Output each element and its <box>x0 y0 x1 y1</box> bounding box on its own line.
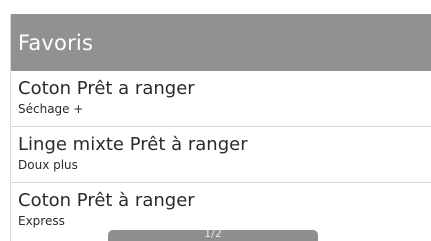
list-item-subtitle: Séchage + <box>18 102 84 116</box>
list-item-title: Linge mixte Prêt à ranger <box>18 134 248 155</box>
list-item-subtitle: Express <box>18 214 65 228</box>
list-item-subtitle: Doux plus <box>18 158 78 172</box>
list-item-title: Coton Prêt à ranger <box>18 190 195 211</box>
list-item-linge-mixte-pret-a-ranger[interactable]: Linge mixte Prêt à ranger Doux plus <box>11 127 431 183</box>
list-item-coton-pret-a-ranger-sechage[interactable]: Coton Prêt a ranger Séchage + <box>11 71 431 127</box>
page-indicator: 1/2 <box>108 230 318 241</box>
page-title: Favoris <box>18 30 94 55</box>
favorites-panel: Favoris Coton Prêt a ranger Séchage + Li… <box>10 14 431 241</box>
favorites-list: Coton Prêt a ranger Séchage + Linge mixt… <box>11 71 431 239</box>
list-item-title: Coton Prêt a ranger <box>18 78 195 99</box>
page-title-bar: Favoris <box>11 14 431 71</box>
